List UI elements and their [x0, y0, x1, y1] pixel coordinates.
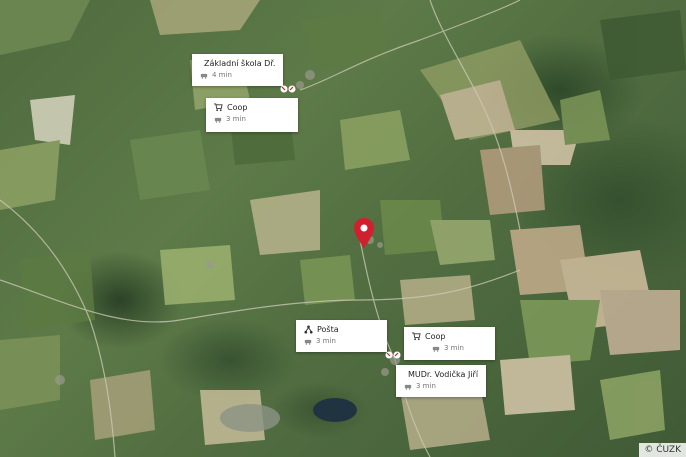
car-icon	[432, 346, 440, 352]
poi-travel-time: 3 min	[226, 115, 246, 123]
poi-card-doctor[interactable]: MUDr. Vodička Jiří 3 min	[396, 365, 486, 397]
poi-connector-icon	[280, 85, 296, 93]
poi-title: Coop	[227, 103, 248, 112]
car-icon	[200, 73, 208, 79]
poi-travel-time: 3 min	[416, 382, 436, 390]
car-icon	[404, 384, 412, 390]
map-canvas[interactable]: Základní škola Dř... 4 min Coop 3 min Po…	[0, 0, 686, 457]
poi-card-post[interactable]: Pošta 3 min	[296, 320, 387, 352]
location-pin-icon[interactable]	[354, 218, 374, 248]
poi-title: MUDr. Vodička Jiří	[408, 370, 478, 379]
car-icon	[304, 339, 312, 345]
poi-card-coop-north[interactable]: Coop 3 min	[206, 98, 298, 132]
cart-icon	[412, 332, 421, 341]
poi-title: Coop	[425, 332, 446, 341]
poi-title: Základní škola Dř...	[204, 59, 275, 68]
map-copyright[interactable]: © ČUZK	[639, 443, 686, 457]
poi-card-school[interactable]: Základní škola Dř... 4 min	[192, 54, 283, 86]
car-icon	[214, 117, 222, 123]
cart-icon	[214, 103, 223, 112]
poi-travel-time: 3 min	[444, 344, 464, 352]
poi-travel-time: 3 min	[316, 337, 336, 345]
poi-travel-time: 4 min	[212, 71, 232, 79]
satellite-imagery	[0, 0, 686, 457]
poi-title: Pošta	[317, 325, 339, 334]
poi-connector-icon	[385, 351, 401, 359]
poi-card-coop-south[interactable]: Coop 3 min	[404, 327, 495, 360]
post-office-icon	[304, 325, 313, 334]
